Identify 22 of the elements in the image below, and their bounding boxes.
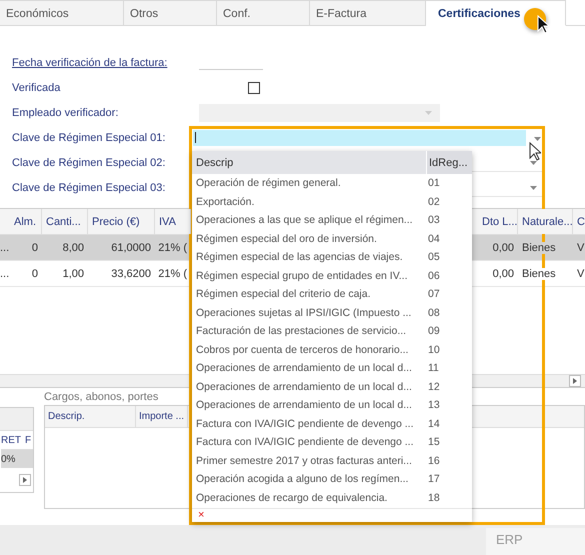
table-cell: 21% ( (158, 268, 187, 280)
field-label: Verificada (12, 82, 60, 94)
field-label: Clave de Régimen Especial 02: (12, 156, 166, 168)
section-title: Cargos, abonos, portes (44, 391, 160, 403)
table-cell: Bienes (522, 268, 556, 280)
table-cell: 8,00 (62, 242, 84, 254)
table-cell: 0 (32, 268, 38, 280)
table-cell: 61,0000 (111, 242, 151, 254)
field-label: Empleado verificador: (12, 106, 118, 118)
table-cell: V (577, 242, 584, 254)
field-label: Clave de Régimen Especial 03: (12, 182, 166, 194)
table-cell: 21% ( (158, 242, 187, 254)
table-cell: 0,00 (492, 242, 514, 254)
app-label: ERP (486, 528, 585, 555)
table-cell: V (577, 268, 584, 280)
table-cell: 0% (1, 454, 16, 464)
table-cell: 0 (32, 242, 38, 254)
field-label: Clave de Régimen Especial 01: (12, 132, 166, 144)
table-cell: 33,6200 (111, 268, 151, 280)
table-cell: 0,00 (492, 268, 514, 280)
table-cell: 1,00 (62, 268, 84, 280)
table-cell: Bienes (522, 242, 556, 254)
